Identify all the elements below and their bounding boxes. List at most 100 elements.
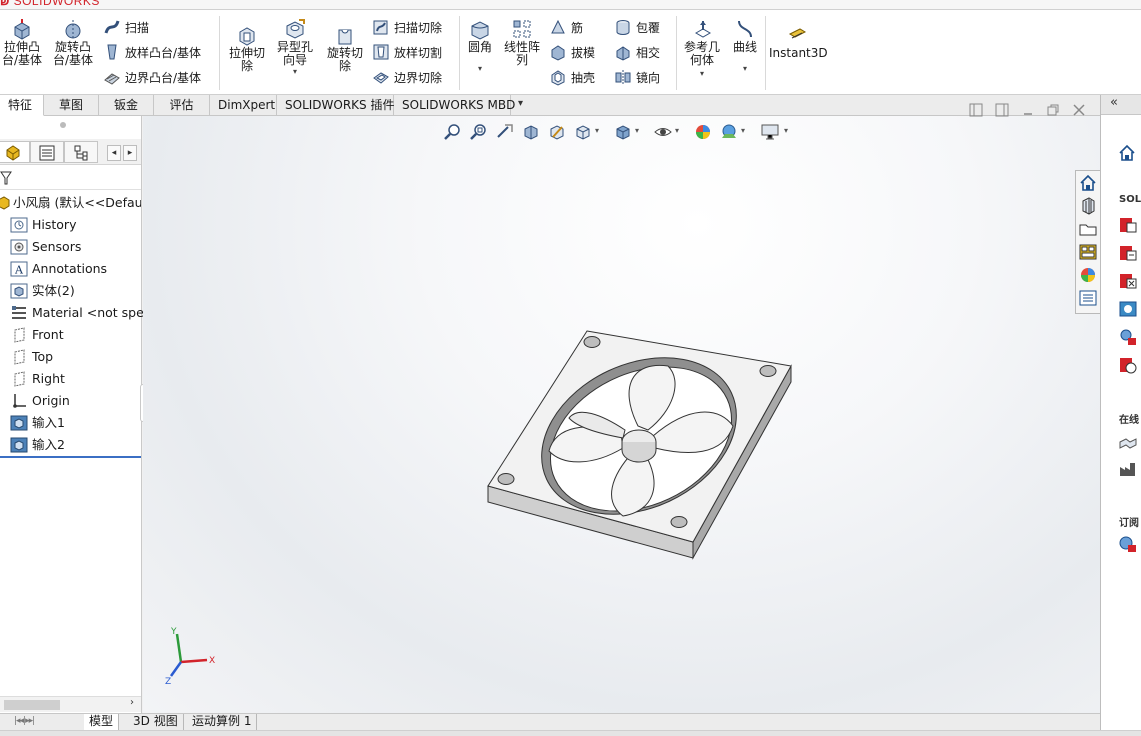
boundary-cut-button[interactable]: 边界切除 xyxy=(372,68,442,86)
feature-tree-tab[interactable] xyxy=(0,141,30,163)
collapse-pane-icon[interactable]: « xyxy=(1110,95,1118,110)
file-explorer-icon[interactable] xyxy=(1078,219,1098,239)
subscription-icon[interactable] xyxy=(1118,534,1138,554)
whats-new-icon[interactable] xyxy=(1118,271,1138,291)
tab-solidworks-addins[interactable]: SOLIDWORKS 插件 xyxy=(277,95,394,116)
tab-sketch[interactable]: 草图 xyxy=(44,95,99,116)
extrude-cut-button[interactable]: 拉伸切除 xyxy=(224,24,270,73)
wrap-button[interactable]: 包覆 xyxy=(614,18,660,36)
mirror-button[interactable]: 镜向 xyxy=(614,68,660,86)
solidworks-rx-icon[interactable] xyxy=(1118,327,1138,347)
horizontal-scrollbar[interactable]: › xyxy=(0,696,141,712)
graphics-viewport[interactable]: ▾ ▾ ▾ ▾ ▾ Y X Z xyxy=(143,103,1100,713)
edit-appearance-icon[interactable] xyxy=(694,123,712,141)
tree-item-annotations[interactable]: A Annotations xyxy=(10,258,107,280)
rollback-bar[interactable] xyxy=(0,456,141,458)
sweep-button[interactable]: 扫描 xyxy=(103,18,149,36)
view-orientation-caret-icon[interactable]: ▾ xyxy=(595,126,599,135)
apply-scene-icon[interactable] xyxy=(720,123,738,141)
view-settings-icon[interactable] xyxy=(760,123,780,141)
intersect-button[interactable]: 相交 xyxy=(614,43,660,61)
zoom-to-area-icon[interactable] xyxy=(470,123,488,141)
restore-icon[interactable] xyxy=(1046,103,1060,117)
close-icon[interactable] xyxy=(1072,103,1086,117)
tree-item-right-plane[interactable]: Right xyxy=(10,368,65,390)
tab-evaluate[interactable]: 评估 xyxy=(154,95,210,116)
tab-motion-study-1[interactable]: 运动算例 1 xyxy=(187,714,258,730)
hole-wizard-caret-icon[interactable]: ▾ xyxy=(272,67,318,77)
fan-3d-model[interactable] xyxy=(483,326,803,566)
custom-properties-icon[interactable] xyxy=(1078,288,1098,308)
performance-benchmark-icon[interactable] xyxy=(1118,355,1138,375)
sweep-cut-button[interactable]: 扫描切除 xyxy=(372,18,442,36)
reference-geometry-button[interactable]: 参考几何体 ▾ xyxy=(681,18,723,80)
hide-show-caret-icon[interactable]: ▾ xyxy=(675,126,679,135)
help-resources-icon[interactable] xyxy=(1118,299,1138,319)
scroll-right-icon[interactable]: › xyxy=(130,697,134,708)
home-icon[interactable] xyxy=(1078,173,1098,193)
tab-solidworks-mbd[interactable]: SOLIDWORKS MBD xyxy=(394,95,515,116)
hole-wizard-button[interactable]: 异型孔向导 ▾ xyxy=(272,18,318,77)
tutorials-icon[interactable] xyxy=(1118,243,1138,263)
tree-item-material[interactable]: Material <not spe xyxy=(10,302,144,324)
previous-view-icon[interactable] xyxy=(496,123,514,141)
tab-navigation-arrows-icon[interactable]: |◂◂|▸▸| xyxy=(14,716,35,726)
tree-filter-row[interactable] xyxy=(0,166,141,190)
revolve-boss-button[interactable]: 旋转凸台/基体 xyxy=(50,18,96,67)
tabs-overflow-icon[interactable]: ▾ xyxy=(518,98,523,109)
hide-show-items-icon[interactable] xyxy=(654,123,672,141)
tree-root-part[interactable]: 小风扇 (默认<<Default xyxy=(0,192,141,214)
curves-caret-icon[interactable]: ▾ xyxy=(728,62,762,75)
instant3d-button[interactable]: Instant3D xyxy=(769,24,828,60)
tree-item-history[interactable]: History xyxy=(10,214,76,236)
curves-button[interactable]: 曲线 ▾ xyxy=(728,18,762,75)
design-library-icon[interactable] xyxy=(1078,196,1098,216)
tile-left-icon[interactable] xyxy=(969,103,983,117)
scrollbar-thumb[interactable] xyxy=(4,700,60,710)
tree-item-top-plane[interactable]: Top xyxy=(10,346,53,368)
draft-button[interactable]: 拔模 xyxy=(549,43,595,61)
tile-right-icon[interactable] xyxy=(995,103,1009,117)
view-palette-icon[interactable] xyxy=(1078,242,1098,262)
display-style-caret-icon[interactable]: ▾ xyxy=(635,126,639,135)
view-orientation-icon[interactable] xyxy=(574,123,592,141)
new-document-icon[interactable] xyxy=(1118,215,1138,235)
tab-dimxpert[interactable]: DimXpert xyxy=(210,95,277,116)
revolve-cut-button[interactable]: 旋转切除 xyxy=(322,24,368,73)
tree-item-imported-1[interactable]: 输入1 xyxy=(10,412,65,434)
shell-button[interactable]: 抽壳 xyxy=(549,68,595,86)
tree-item-solid-bodies[interactable]: 实体(2) xyxy=(10,280,75,302)
view-settings-caret-icon[interactable]: ▾ xyxy=(784,126,788,135)
tab-scroll-left-icon[interactable]: ◂ xyxy=(107,145,121,161)
extrude-boss-button[interactable]: 拉伸凸台/基体 xyxy=(0,18,44,67)
appearances-icon[interactable] xyxy=(1078,265,1098,285)
property-manager-tab[interactable] xyxy=(30,141,64,163)
tree-item-imported-2[interactable]: 输入2 xyxy=(10,434,65,456)
reference-geometry-caret-icon[interactable]: ▾ xyxy=(681,67,723,80)
section-view-icon[interactable] xyxy=(522,123,540,141)
panel-grip-icon[interactable] xyxy=(60,122,66,128)
loft-boss-button[interactable]: 放样凸台/基体 xyxy=(103,43,201,61)
linear-pattern-button[interactable]: 线性阵列 xyxy=(500,18,544,67)
display-style-icon[interactable] xyxy=(614,123,632,141)
home-icon[interactable] xyxy=(1117,143,1137,163)
configuration-manager-tab[interactable] xyxy=(64,141,98,163)
dynamic-annotation-view-icon[interactable] xyxy=(548,123,566,141)
partner-solutions-icon[interactable] xyxy=(1118,433,1138,453)
boundary-boss-button[interactable]: 边界凸台/基体 xyxy=(103,68,201,86)
minimize-icon[interactable] xyxy=(1021,103,1035,117)
tree-item-sensors[interactable]: Sensors xyxy=(10,236,81,258)
rib-button[interactable]: 筋 xyxy=(549,18,583,36)
tab-features[interactable]: 特征 xyxy=(0,95,44,116)
tree-item-front-plane[interactable]: Front xyxy=(10,324,64,346)
tab-model[interactable]: 模型 xyxy=(84,714,120,730)
manufacturing-network-icon[interactable] xyxy=(1118,459,1138,479)
fillet-caret-icon[interactable]: ▾ xyxy=(464,62,496,75)
apply-scene-caret-icon[interactable]: ▾ xyxy=(741,126,745,135)
loft-cut-button[interactable]: 放样切割 xyxy=(372,43,442,61)
tab-3d-views[interactable]: 3D 视图 xyxy=(128,714,184,730)
zoom-to-fit-icon[interactable] xyxy=(444,123,462,141)
tab-scroll-right-icon[interactable]: ▸ xyxy=(123,145,137,161)
tab-sheet-metal[interactable]: 钣金 xyxy=(99,95,154,116)
tree-item-origin[interactable]: Origin xyxy=(10,390,70,412)
